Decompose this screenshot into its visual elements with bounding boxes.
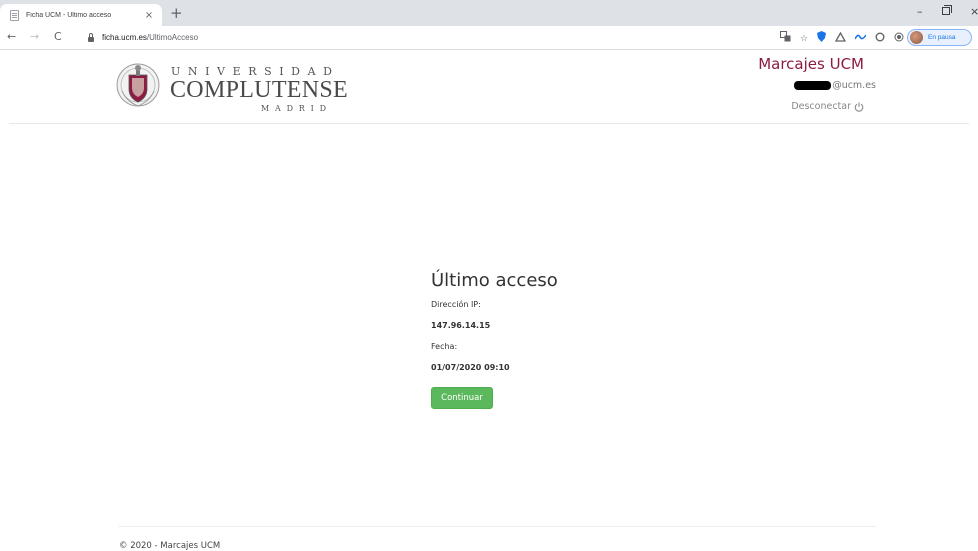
page-favicon-icon xyxy=(10,9,19,21)
forward-arrow-icon[interactable]: → xyxy=(30,31,39,43)
logout-label: Desconectar xyxy=(791,101,851,112)
app-title[interactable]: Marcajes UCM xyxy=(758,55,864,73)
last-access-panel: Último acceso Dirección IP: 147.96.14.15… xyxy=(431,270,631,409)
tab-title: Ficha UCM - Último acceso xyxy=(26,11,112,19)
window-restore-button[interactable] xyxy=(942,5,952,15)
browser-tab-strip: Ficha UCM - Último acceso × + – × xyxy=(0,0,978,26)
avatar xyxy=(910,31,923,44)
back-arrow-icon[interactable]: ← xyxy=(7,31,16,43)
site-header: UNIVERSIDAD COMPLUTENSE MADRID Marcajes … xyxy=(9,51,969,124)
browser-toolbar: ← → C ficha.ucm.es/UltimoAcceso ☆ En pau xyxy=(0,26,978,50)
link-icon[interactable] xyxy=(854,33,867,45)
continue-button[interactable]: Continuar xyxy=(431,387,493,409)
logout-link[interactable]: Desconectar xyxy=(791,101,864,112)
reload-icon[interactable]: C xyxy=(54,31,62,43)
tab-close-icon[interactable]: × xyxy=(142,10,156,21)
footer-divider xyxy=(118,526,876,527)
ucm-logo[interactable]: UNIVERSIDAD COMPLUTENSE MADRID xyxy=(116,55,348,117)
browser-tab-active[interactable]: Ficha UCM - Último acceso × xyxy=(0,4,162,26)
window-close-button[interactable]: × xyxy=(970,5,978,18)
ip-value: 147.96.14.15 xyxy=(431,321,491,330)
url-text: ficha.ucm.es/UltimoAcceso xyxy=(102,33,199,42)
redacted-username xyxy=(794,81,832,90)
date-label: Fecha: xyxy=(431,342,458,351)
window-minimize-button[interactable]: – xyxy=(917,5,923,18)
lock-icon xyxy=(88,32,94,42)
extension-toolbar: ☆ xyxy=(780,31,923,46)
star-icon[interactable]: ☆ xyxy=(800,33,808,45)
date-value: 01/07/2020 09:10 xyxy=(431,363,510,372)
circle-icon[interactable] xyxy=(875,32,885,46)
power-icon xyxy=(854,102,864,112)
footer-copyright: © 2020 - Marcajes UCM xyxy=(119,541,221,551)
profile-status-label: En pausa xyxy=(928,34,956,41)
extension-icon[interactable] xyxy=(834,31,847,46)
translate-icon[interactable] xyxy=(780,31,791,46)
logo-madrid-text: MADRID xyxy=(261,104,332,113)
shield-icon[interactable] xyxy=(817,31,827,46)
ip-label: Dirección IP: xyxy=(431,300,481,309)
profile-button[interactable]: En pausa xyxy=(907,29,972,46)
user-email-domain: @ucm.es xyxy=(832,80,876,91)
logo-complutense-text: COMPLUTENSE xyxy=(170,77,348,103)
page-title: Último acceso xyxy=(431,270,558,291)
university-seal-icon xyxy=(116,63,160,107)
new-tab-button[interactable]: + xyxy=(170,5,183,21)
user-email: @ucm.es xyxy=(794,80,876,91)
address-bar[interactable]: ficha.ucm.es/UltimoAcceso xyxy=(78,29,718,46)
page: UNIVERSIDAD COMPLUTENSE MADRID Marcajes … xyxy=(0,51,978,551)
record-icon[interactable] xyxy=(894,32,904,46)
